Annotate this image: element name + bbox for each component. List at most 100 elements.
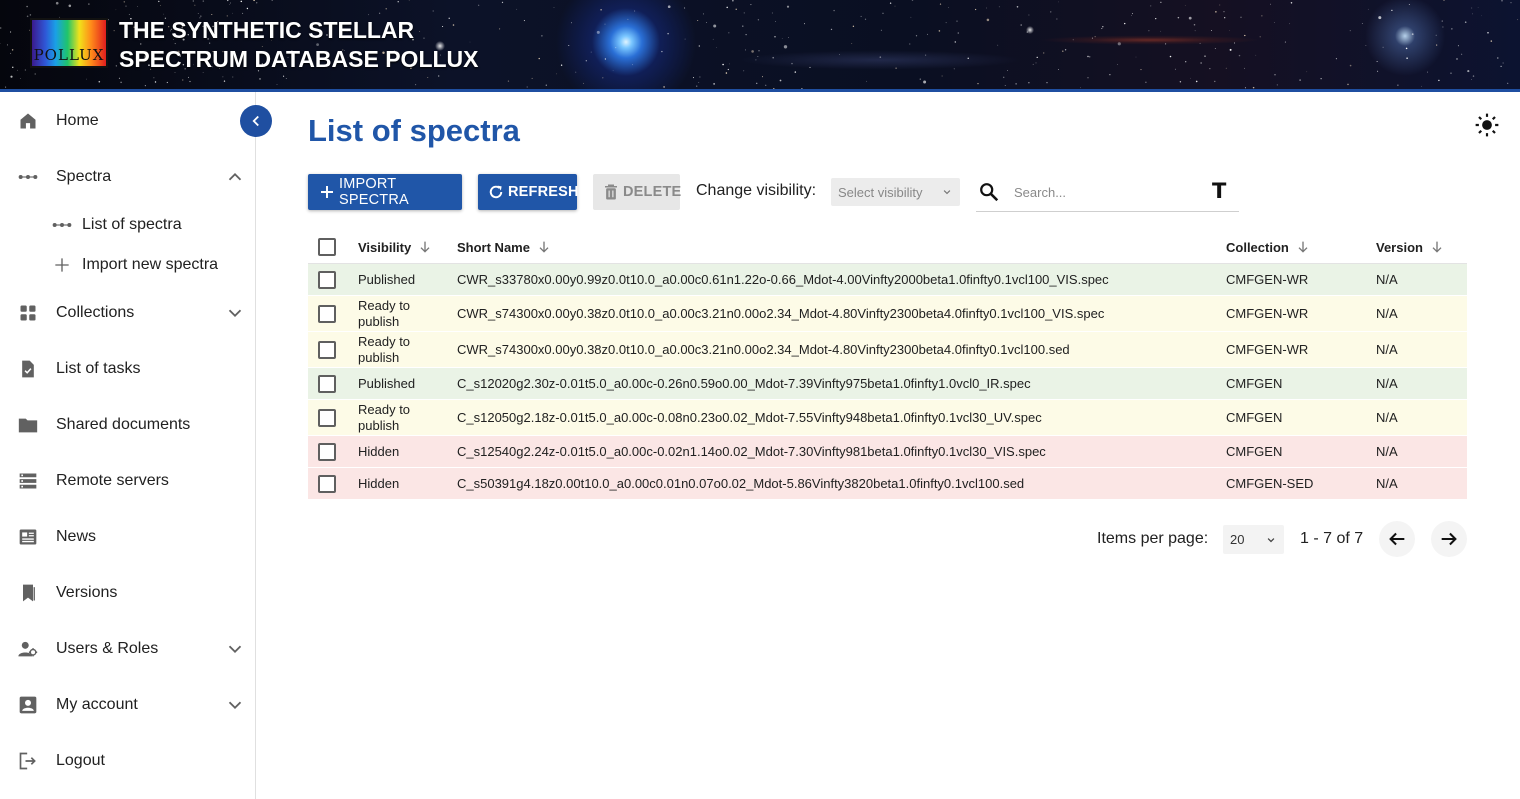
sidebar-item-logout[interactable]: Logout xyxy=(0,741,255,781)
visibility-cell: Ready to publish xyxy=(358,401,411,433)
sidebar-item-label: My account xyxy=(56,696,138,713)
row-checkbox[interactable] xyxy=(318,408,336,427)
star xyxy=(1450,72,1452,74)
sidebar-item-home[interactable]: Home xyxy=(0,101,255,141)
column-header-version[interactable]: Version xyxy=(1376,230,1445,264)
table-row[interactable]: Hidden C_s50391g4.18z0.00t10.0_a0.00c0.0… xyxy=(308,468,1467,500)
logout-icon xyxy=(16,749,40,773)
star xyxy=(1193,24,1196,26)
star xyxy=(667,32,669,35)
items-per-page-select[interactable]: 20 xyxy=(1223,525,1284,554)
star xyxy=(923,80,927,84)
row-checkbox[interactable] xyxy=(318,442,336,461)
column-header-short-name[interactable]: Short Name xyxy=(457,230,552,264)
refresh-button[interactable]: REFRESH xyxy=(478,174,578,210)
next-page-button[interactable] xyxy=(1431,521,1467,557)
star xyxy=(600,8,602,11)
import-spectra-label: IMPORT SPECTRA xyxy=(339,176,409,208)
star xyxy=(1408,4,1410,5)
star xyxy=(1043,52,1045,54)
version-cell: N/A xyxy=(1376,375,1398,391)
star xyxy=(1244,34,1246,37)
users-icon xyxy=(16,637,40,661)
star xyxy=(516,8,518,10)
table-row[interactable]: Ready to publish CWR_s74300x0.00y0.38z0.… xyxy=(308,296,1467,332)
star xyxy=(1397,84,1399,86)
table-row[interactable]: Ready to publish CWR_s74300x0.00y0.38z0.… xyxy=(308,332,1467,368)
row-checkbox[interactable] xyxy=(318,270,336,289)
star xyxy=(1089,56,1091,58)
visibility-select[interactable]: Select visibility xyxy=(831,178,960,206)
previous-page-button[interactable] xyxy=(1379,521,1415,557)
chevron-down-icon xyxy=(228,645,242,654)
table-row[interactable]: Published CWR_s33780x0.00y0.99z0.0t10.0_… xyxy=(308,264,1467,296)
star xyxy=(556,73,558,75)
star xyxy=(115,9,117,11)
star xyxy=(1124,22,1126,25)
star xyxy=(1215,11,1217,13)
star xyxy=(725,72,728,74)
star xyxy=(1145,81,1147,84)
theme-toggle-button[interactable] xyxy=(1474,112,1500,138)
sidebar-item-versions[interactable]: Versions xyxy=(0,573,255,613)
sidebar-item-news[interactable]: News xyxy=(0,517,255,557)
star xyxy=(1270,3,1272,5)
star xyxy=(197,13,199,14)
star xyxy=(1299,79,1301,81)
sidebar-item-shared-documents[interactable]: Shared documents xyxy=(0,405,255,445)
star xyxy=(115,65,117,67)
star xyxy=(1057,69,1059,71)
chevron-up-icon xyxy=(228,172,242,181)
select-all-checkbox[interactable] xyxy=(318,238,336,256)
collapse-sidebar-button[interactable] xyxy=(240,105,272,137)
star xyxy=(1435,34,1437,36)
table-row[interactable]: Hidden C_s12540g2.24z-0.01t5.0_a0.00c-0.… xyxy=(308,436,1467,468)
sidebar-item-users-roles[interactable]: Users & Roles xyxy=(0,629,255,669)
sidebar-item-label: Spectra xyxy=(56,168,112,185)
table-row[interactable]: Ready to publish C_s12050g2.18z-0.01t5.0… xyxy=(308,400,1467,436)
sidebar-item-spectra[interactable]: Spectra xyxy=(0,157,255,197)
star xyxy=(1091,37,1093,39)
sidebar-item-list-of-tasks[interactable]: List of tasks xyxy=(0,349,255,389)
star xyxy=(1464,21,1467,23)
table-row[interactable]: Published C_s12020g2.30z-0.01t5.0_a0.00c… xyxy=(308,368,1467,400)
star xyxy=(938,30,941,32)
star xyxy=(6,44,8,46)
sidebar-item-label: Home xyxy=(56,112,99,129)
delete-button[interactable]: DELETE xyxy=(593,174,681,210)
pollux-logo[interactable]: POLLUX xyxy=(30,18,108,68)
row-checkbox[interactable] xyxy=(318,340,336,359)
star xyxy=(1020,24,1022,26)
sidebar-item-import-new-spectra[interactable]: Import new spectra xyxy=(0,245,255,285)
row-checkbox[interactable] xyxy=(318,474,336,493)
star xyxy=(1150,5,1152,7)
visibility-cell: Ready to publish xyxy=(358,297,411,329)
column-header-collection[interactable]: Collection xyxy=(1226,230,1311,264)
star xyxy=(684,38,686,40)
import-spectra-button[interactable]: IMPORT SPECTRA xyxy=(308,174,462,210)
sidebar-item-list-of-spectra[interactable]: List of spectra xyxy=(0,205,255,245)
collection-cell: CMFGEN xyxy=(1226,409,1283,425)
star xyxy=(1507,82,1509,84)
site-title-line2: SPECTRUM DATABASE POLLUX xyxy=(119,46,479,72)
sidebar-item-remote-servers[interactable]: Remote servers xyxy=(0,461,255,501)
star xyxy=(253,0,255,2)
star xyxy=(830,28,833,31)
row-checkbox[interactable] xyxy=(318,304,336,323)
text-search-mode-icon[interactable]: T xyxy=(1212,179,1226,203)
star xyxy=(246,7,249,10)
search-input[interactable] xyxy=(1014,180,1194,204)
star xyxy=(1188,16,1192,20)
column-header-visibility[interactable]: Visibility xyxy=(358,230,433,264)
row-checkbox[interactable] xyxy=(318,374,336,393)
star xyxy=(0,27,2,29)
star xyxy=(1056,18,1058,20)
star xyxy=(945,22,947,24)
sidebar-item-collections[interactable]: Collections xyxy=(0,293,255,333)
star xyxy=(1497,57,1499,59)
sidebar-item-my-account[interactable]: My account xyxy=(0,685,255,725)
items-per-page-label: Items per page: xyxy=(1097,530,1209,547)
star xyxy=(756,82,758,84)
sidebar-item-label: Users & Roles xyxy=(56,640,159,657)
star xyxy=(1004,84,1006,86)
